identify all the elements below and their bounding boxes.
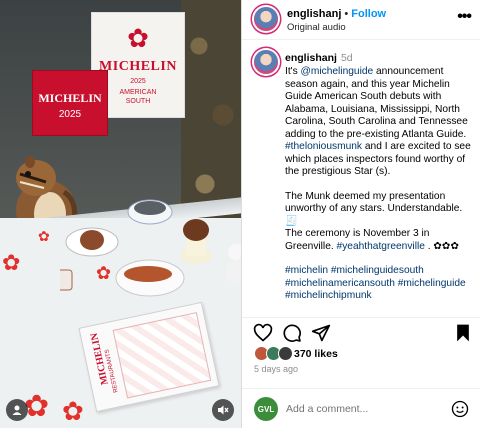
post-time-ago: 5 days ago: [254, 364, 299, 374]
caption-section: englishanj 5d It's @michelinguide announc…: [242, 40, 480, 318]
caption-link[interactable]: #michelinchipmunk: [285, 290, 372, 301]
flower-pattern-icon: ✿: [62, 396, 84, 426]
caption-paragraph: #michelin #michelinguidesouth #michelina…: [285, 265, 475, 303]
mute-button[interactable]: [212, 399, 234, 421]
liker-avatar: [278, 346, 293, 361]
action-bar: [242, 319, 480, 347]
author-username[interactable]: englishanj: [287, 8, 341, 20]
caption-link[interactable]: #michelinguide: [398, 278, 466, 289]
user-icon: [12, 405, 22, 415]
caption-link[interactable]: #michelinamericansouth: [285, 278, 395, 289]
audio-label[interactable]: Original audio: [287, 22, 346, 33]
comment-icon[interactable]: [282, 323, 302, 343]
caption-author-avatar[interactable]: [254, 50, 278, 74]
emoji-icon[interactable]: [451, 400, 469, 418]
current-user-avatar: GVL: [254, 397, 278, 421]
sign-red-year: 2025: [58, 109, 82, 120]
likes-row[interactable]: 370 likes: [242, 346, 480, 364]
save-bookmark-icon[interactable]: [453, 323, 473, 343]
caption-time: 5d: [340, 52, 353, 64]
share-icon[interactable]: [311, 323, 331, 343]
caption-segment: . ✿✿✿: [424, 240, 459, 252]
header-username-line: englishanj • Follow: [287, 8, 386, 20]
caption-username[interactable]: englishanj: [285, 52, 337, 64]
more-options-button[interactable]: •••: [457, 8, 472, 26]
follow-button[interactable]: Follow: [351, 8, 386, 20]
muted-speaker-icon: [218, 405, 229, 415]
caption-link[interactable]: #michelin: [285, 265, 328, 276]
sign-red-brand: MICHELIN: [38, 91, 102, 105]
comment-composer: GVL: [242, 388, 480, 428]
caption-link[interactable]: #yeahthatgreenville: [337, 241, 425, 252]
author-avatar[interactable]: [254, 7, 278, 31]
caption-segment: It's: [285, 66, 301, 77]
caption-paragraph: It's @michelinguide announcement season …: [285, 66, 475, 179]
caption-paragraph: The Munk deemed my presentation unworthy…: [285, 191, 475, 254]
caption-text: It's @michelinguide announcement season …: [285, 66, 475, 315]
like-heart-icon[interactable]: [253, 323, 273, 343]
tagged-users-button[interactable]: [6, 399, 28, 421]
caption-link[interactable]: #theloniousmunk: [285, 141, 362, 152]
michelin-sign-red: MICHELIN 2025: [32, 70, 108, 136]
caption-meta: englishanj 5d: [285, 52, 353, 64]
michelin-flower-icon: ✿: [127, 23, 149, 53]
separator-dot: •: [344, 8, 349, 20]
caption-segment: The Munk deemed my presentation unworthy…: [285, 190, 463, 227]
comment-input[interactable]: [286, 401, 436, 417]
miniature-food-scene: [60, 199, 241, 297]
post-sidebar: englishanj • Follow Original audio ••• eng…: [241, 0, 480, 428]
flower-pattern-icon: ✿: [38, 228, 50, 244]
magazine-map: [112, 312, 212, 399]
flower-pattern-icon: ✿: [2, 250, 21, 275]
caption-link[interactable]: @michelinguide: [301, 66, 374, 77]
caption-link[interactable]: #michelinguidesouth: [331, 265, 424, 276]
likes-count[interactable]: 370 likes: [294, 348, 338, 360]
post-header: englishanj • Follow Original audio •••: [242, 0, 480, 40]
post-photo[interactable]: ✿ MICHELIN 2025 AMERICAN SOUTH MICHELIN …: [0, 0, 241, 428]
caption-segment: announcement season again, and this year…: [285, 66, 468, 140]
